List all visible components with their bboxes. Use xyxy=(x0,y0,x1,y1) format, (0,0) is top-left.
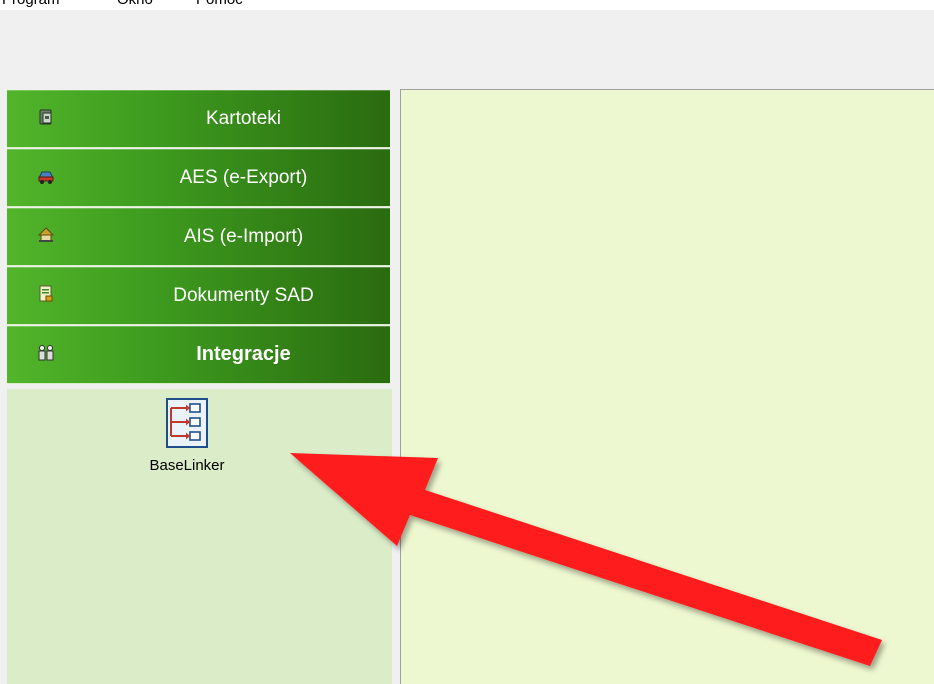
baselinker-label: BaseLinker xyxy=(149,457,225,474)
menu-bar: Program Okno Pomoc xyxy=(0,0,934,10)
baselinker-item[interactable]: BaseLinker xyxy=(147,397,227,487)
sidebar-item-integracje[interactable]: Integracje xyxy=(7,326,390,384)
content-area xyxy=(398,87,934,684)
sidebar-item-label: Kartoteki xyxy=(206,108,281,129)
sidebar-item-dokumenty-sad[interactable]: Dokumenty SAD xyxy=(7,267,390,325)
sidebar-item-label: AIS (e-Import) xyxy=(183,226,304,247)
menu-okno[interactable]: Okno xyxy=(117,0,153,8)
export-car-icon xyxy=(37,167,55,185)
document-sad-icon xyxy=(37,285,55,303)
folder-card-icon xyxy=(37,108,55,126)
sidebar-item-ais[interactable]: AIS (e-Import) xyxy=(7,208,390,266)
sidebar-item-label: AES (e-Export) xyxy=(179,167,308,188)
toolbar-area xyxy=(0,10,934,87)
sidebar-item-label: Integracje xyxy=(196,343,291,365)
integration-people-icon xyxy=(37,344,55,362)
sidebar-item-kartoteki[interactable]: Kartoteki xyxy=(7,90,390,148)
menu-program[interactable]: Program xyxy=(2,0,60,8)
sidebar-item-label: Dokumenty SAD xyxy=(173,285,314,306)
import-house-icon xyxy=(37,226,55,244)
content-workspace xyxy=(400,89,934,684)
integracje-panel: BaseLinker xyxy=(7,389,392,684)
sidebar-item-aes[interactable]: AES (e-Export) xyxy=(7,149,390,207)
sidebar: Kartoteki AES (e-Export) AIS (e-Import) xyxy=(0,87,398,684)
menu-pomoc[interactable]: Pomoc xyxy=(196,0,243,8)
baselinker-icon xyxy=(166,398,208,448)
